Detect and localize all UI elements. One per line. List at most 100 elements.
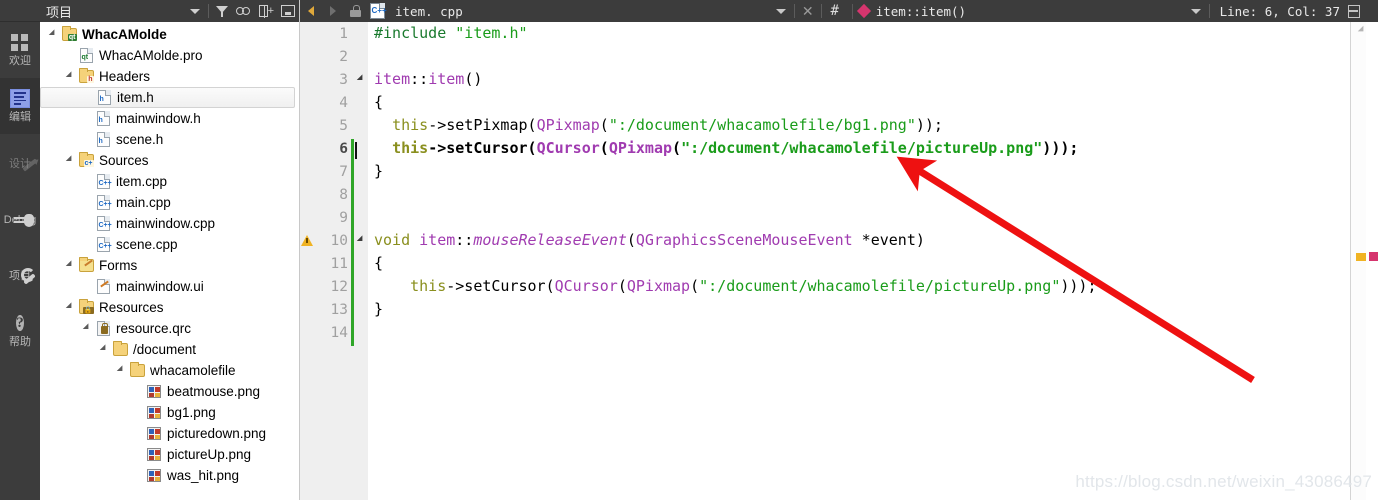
code-token: QGraphicsSceneMouseEvent (635, 231, 853, 249)
code-token: void (374, 231, 411, 249)
tree-item-was-hit-png[interactable]: was_hit.png (40, 465, 299, 486)
gutter-line-10: 10 (300, 229, 368, 252)
cpp-file-icon: C++ (96, 195, 112, 210)
editor-gutter[interactable]: 1 2 3 4 5 6 7 8 9 10 11 12 13 14 (300, 22, 368, 500)
tree-item-sources[interactable]: c+ Sources (40, 150, 299, 171)
expand-triangle-icon[interactable] (63, 150, 77, 171)
tree-item-mainwindow-h[interactable]: h mainwindow.h (40, 108, 299, 129)
tree-item-scene-h[interactable]: h scene.h (40, 129, 299, 150)
toolbar-divider-4 (1208, 4, 1210, 18)
navigate-back-button[interactable] (300, 0, 322, 22)
mode-item-projects[interactable]: 项目 (0, 246, 40, 302)
document-list-dropdown-button[interactable] (770, 0, 792, 22)
mode-item-welcome[interactable]: 欢迎 (0, 22, 40, 78)
add-split-button[interactable]: + (255, 1, 277, 21)
code-line-8[interactable] (374, 183, 1350, 206)
expand-triangle-icon[interactable] (114, 360, 128, 381)
line-number: 4 (339, 94, 348, 111)
code-line-5[interactable]: this->setPixmap(QPixmap(":/document/whac… (374, 114, 1350, 137)
line-number: 7 (339, 163, 348, 180)
fold-slot[interactable] (354, 73, 368, 84)
code-line-7[interactable]: } (374, 160, 1350, 183)
tree-item-resources[interactable]: 🔒 Resources (40, 297, 299, 318)
tree-item-scene-cpp[interactable]: C++ scene.cpp (40, 234, 299, 255)
project-tree[interactable]: qt WhacAMolde qt WhacAMolde.pro h Headers h ite… (40, 22, 299, 500)
code-token: } (374, 162, 384, 180)
tree-item-main-cpp[interactable]: C++ main.cpp (40, 192, 299, 213)
editor-overview-bar[interactable] (1350, 22, 1366, 500)
code-token: this (392, 139, 429, 157)
tree-item-item-cpp[interactable]: C++ item.cpp (40, 171, 299, 192)
tree-item-forms[interactable]: Forms (40, 255, 299, 276)
expand-triangle-icon[interactable] (63, 255, 77, 276)
symbol-list-dropdown-button[interactable] (1185, 0, 1207, 22)
tree-item-beatmouse-png[interactable]: beatmouse.png (40, 381, 299, 402)
tree-item-whacamolde-pro[interactable]: qt WhacAMolde.pro (40, 45, 299, 66)
tree-item-pictureup-png[interactable]: pictureUp.png (40, 444, 299, 465)
tree-item-icon: C++ (94, 192, 112, 213)
twisty-placeholder (80, 276, 94, 297)
expand-triangle-icon[interactable] (63, 66, 77, 87)
tree-item-picturedown-png[interactable]: picturedown.png (40, 423, 299, 444)
code-line-12[interactable]: this->setCursor(QCursor(QPixmap(":/docum… (374, 275, 1350, 298)
tree-item-whacamolde[interactable]: qt WhacAMolde (40, 24, 299, 45)
fold-slot[interactable] (354, 234, 368, 245)
mode-item-help[interactable]: ? 帮助 (0, 302, 40, 358)
tree-item-headers[interactable]: h Headers (40, 66, 299, 87)
tree-item-resource-qrc[interactable]: resource.qrc (40, 318, 299, 339)
code-line-6[interactable]: this->setCursor(QCursor(QPixmap(":/docum… (374, 137, 1350, 160)
tree-item-item-h[interactable]: h item.h (40, 87, 295, 108)
mode-item-design[interactable]: 设计 (0, 134, 40, 190)
mode-item-edit[interactable]: 编辑 (0, 78, 40, 134)
expand-triangle-icon[interactable] (63, 297, 77, 318)
tree-item-mainwindow-ui[interactable]: mainwindow.ui (40, 276, 299, 297)
tree-item--document[interactable]: /document (40, 339, 299, 360)
sync-with-editor-button[interactable] (233, 1, 255, 21)
code-line-10[interactable]: void item::mouseReleaseEvent(QGraphicsSc… (374, 229, 1350, 252)
mode-item-debug[interactable]: Debug (0, 190, 40, 246)
tree-item-icon (77, 255, 95, 276)
tree-item-icon: h (77, 66, 95, 87)
expand-triangle-icon[interactable] (97, 339, 111, 360)
code-line-14[interactable] (374, 321, 1350, 344)
tree-item-label: /document (133, 342, 197, 357)
tree-item-icon: C++ (94, 213, 112, 234)
tree-item-bg1-png[interactable]: bg1.png (40, 402, 299, 423)
current-symbol-label[interactable]: item::item() (876, 4, 966, 19)
line-column-indicator[interactable]: Line: 6, Col: 37 (1212, 4, 1348, 19)
expand-triangle-icon[interactable] (46, 24, 60, 45)
collapse-all-button[interactable] (277, 1, 299, 21)
code-line-13[interactable]: } (374, 298, 1350, 321)
gutter-warning-slot[interactable] (300, 235, 314, 246)
code-line-4[interactable]: { (374, 91, 1350, 114)
tree-item-whacamolefile[interactable]: whacamolefile (40, 360, 299, 381)
toggle-read-only-button[interactable] (344, 0, 366, 22)
navigate-forward-button[interactable] (322, 0, 344, 22)
warning-icon (300, 235, 314, 246)
project-filter-dropdown-button[interactable] (184, 1, 206, 21)
code-line-1[interactable]: #include "item.h" (374, 22, 1350, 45)
code-token: item (419, 231, 456, 249)
expand-triangle-icon[interactable] (80, 318, 94, 339)
link-icon (236, 6, 252, 16)
code-line-11[interactable]: { (374, 252, 1350, 275)
tree-item-label: Sources (99, 153, 149, 168)
filter-button[interactable] (211, 1, 233, 21)
code-token: QCursor (554, 277, 618, 295)
open-document-name[interactable]: item. cpp (388, 4, 470, 19)
code-line-9[interactable] (374, 206, 1350, 229)
hash-button[interactable]: # (824, 0, 846, 22)
mode-item-label: 帮助 (9, 335, 31, 348)
code-text[interactable]: #include "item.h" item::item(){ this->se… (368, 22, 1350, 500)
overview-warning-marker[interactable] (1356, 253, 1366, 261)
tree-item-label: was_hit.png (167, 468, 240, 483)
tree-item-label: mainwindow.cpp (116, 216, 216, 231)
split-view-icon[interactable] (1348, 4, 1360, 18)
twisty-placeholder (131, 465, 145, 486)
tree-item-mainwindow-cpp[interactable]: C++ mainwindow.cpp (40, 213, 299, 234)
code-line-2[interactable] (374, 45, 1350, 68)
close-document-button[interactable]: ✕ (797, 0, 819, 22)
code-line-3[interactable]: item::item() (374, 68, 1350, 91)
chevron-down-icon (775, 8, 786, 14)
